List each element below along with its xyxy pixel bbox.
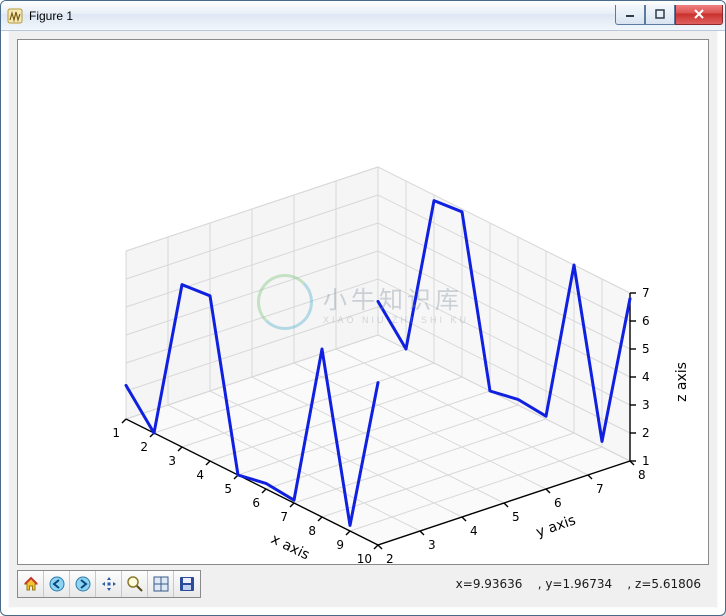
svg-text:2: 2 bbox=[642, 426, 650, 440]
x-axis-label: x axis bbox=[268, 531, 312, 563]
pan-button[interactable] bbox=[96, 571, 122, 597]
svg-text:5: 5 bbox=[224, 482, 232, 496]
svg-text:5: 5 bbox=[512, 510, 520, 524]
plot-svg: 1 2 3 4 5 6 7 8 9 10 x axis 2 3 4 5 6 7 8 y axis 1 2 3 4 5 6… bbox=[18, 40, 708, 564]
z-axis-label: z axis bbox=[674, 362, 690, 402]
svg-text:7: 7 bbox=[280, 510, 288, 524]
home-button[interactable] bbox=[18, 571, 44, 597]
window-title: Figure 1 bbox=[29, 9, 73, 23]
svg-text:7: 7 bbox=[596, 482, 604, 496]
svg-text:4: 4 bbox=[642, 370, 650, 384]
svg-text:6: 6 bbox=[642, 314, 650, 328]
svg-text:6: 6 bbox=[252, 496, 260, 510]
cursor-readout: x=9.93636 , y=1.96734 , z=5.61806 bbox=[201, 577, 709, 591]
svg-text:3: 3 bbox=[168, 454, 176, 468]
y-axis-label: y axis bbox=[534, 512, 578, 540]
window-buttons bbox=[615, 5, 723, 27]
forward-button[interactable] bbox=[70, 571, 96, 597]
maximize-button[interactable] bbox=[645, 5, 675, 25]
svg-text:4: 4 bbox=[470, 524, 478, 538]
svg-text:1: 1 bbox=[642, 454, 650, 468]
back-button[interactable] bbox=[44, 571, 70, 597]
zoom-button[interactable] bbox=[122, 571, 148, 597]
client-area: 小牛知识库 XIAO NIU ZHI SHI KU bbox=[9, 31, 717, 607]
plot-area[interactable]: 小牛知识库 XIAO NIU ZHI SHI KU bbox=[17, 39, 709, 565]
nav-toolbar bbox=[17, 570, 201, 598]
app-icon bbox=[7, 8, 23, 24]
close-button[interactable] bbox=[675, 5, 723, 25]
figure-window: Figure 1 小牛知识库 XIAO NIU ZHI SHI KU bbox=[0, 0, 726, 616]
svg-text:6: 6 bbox=[554, 496, 562, 510]
svg-text:2: 2 bbox=[140, 440, 148, 454]
z-axis: 1 2 3 4 5 6 7 z axis bbox=[630, 286, 690, 468]
bottom-row: x=9.93636 , y=1.96734 , z=5.61806 bbox=[17, 569, 709, 599]
svg-text:8: 8 bbox=[308, 524, 316, 538]
save-button[interactable] bbox=[174, 571, 200, 597]
svg-text:2: 2 bbox=[386, 552, 394, 564]
svg-text:1: 1 bbox=[112, 426, 120, 440]
minimize-button[interactable] bbox=[615, 5, 645, 25]
subplots-button[interactable] bbox=[148, 571, 174, 597]
svg-text:3: 3 bbox=[642, 398, 650, 412]
titlebar[interactable]: Figure 1 bbox=[1, 1, 725, 31]
svg-text:9: 9 bbox=[336, 538, 344, 552]
svg-text:4: 4 bbox=[196, 468, 204, 482]
svg-text:5: 5 bbox=[642, 342, 650, 356]
svg-text:10: 10 bbox=[357, 552, 372, 564]
svg-text:8: 8 bbox=[638, 468, 646, 482]
svg-text:3: 3 bbox=[428, 538, 436, 552]
svg-text:7: 7 bbox=[642, 286, 650, 300]
